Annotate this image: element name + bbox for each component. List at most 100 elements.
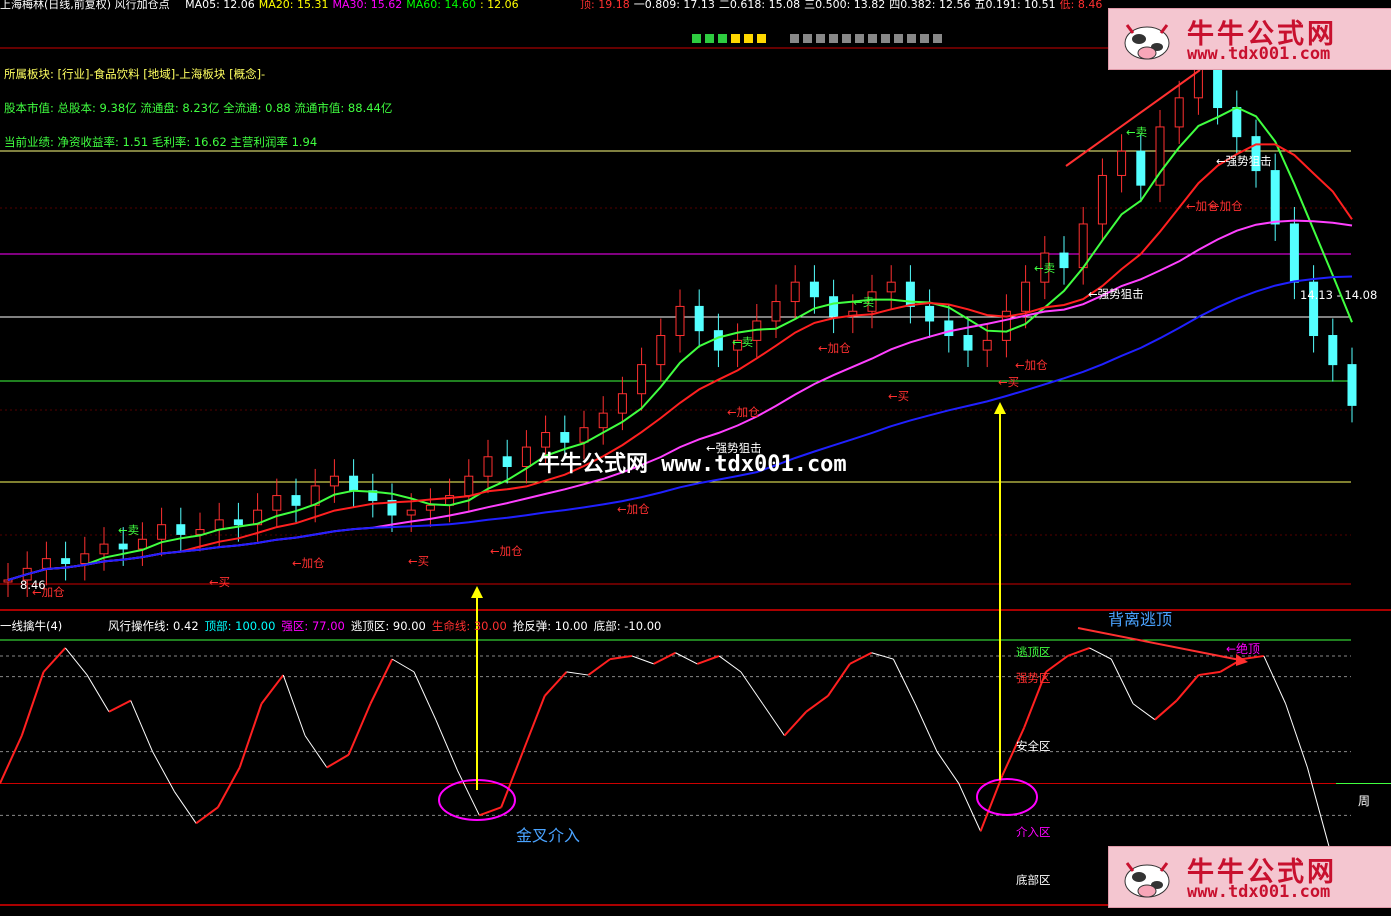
- oscillator-segment: [544, 671, 568, 697]
- fib-level-0: 顶: 19.18: [580, 0, 630, 11]
- cow-icon: [1124, 862, 1170, 898]
- oscillator-segment: [936, 751, 960, 784]
- candle-body: [80, 553, 90, 565]
- indicator-param: 生命线: 30.00: [431, 619, 507, 633]
- indicator-param: 逃顶区: 90.00: [350, 619, 426, 633]
- candle-body: [809, 281, 819, 298]
- capital-info: 股本市值: 总股本: 9.38亿 流通盘: 8.23亿 全流通: 0.88 流通…: [4, 101, 393, 115]
- progress-square: [816, 34, 825, 43]
- ma-legend-4: : 12.06: [479, 0, 519, 11]
- candle-body: [1347, 364, 1357, 406]
- progress-square: [718, 34, 727, 43]
- upper-annotation: ←卖: [1034, 261, 1056, 275]
- indicator-param: 风行操作线: 0.42: [108, 619, 199, 633]
- sector-info: 所属板块: [行业]-食品饮料 [地域]-上海板块 [概念]-: [4, 67, 266, 81]
- candle-body: [694, 305, 704, 332]
- candle-body: [41, 558, 51, 569]
- candle-body: [905, 281, 915, 307]
- progress-square: [803, 34, 812, 43]
- chart-title: 上海梅林(日线,前复权) 风行加仓点: [0, 0, 170, 11]
- upper-annotation: ←买: [888, 389, 910, 403]
- oscillator-segment: [42, 647, 67, 673]
- indicator-annotation: 金叉介入: [516, 826, 581, 845]
- upper-annotation: ←加仓: [617, 502, 650, 516]
- upper-annotation: 8.46: [20, 578, 46, 592]
- candle-body: [982, 339, 992, 351]
- logo-url: www.tdx001.com: [1187, 44, 1331, 64]
- candle-body: [483, 456, 493, 477]
- candle-body: [291, 495, 301, 506]
- candle-body: [675, 305, 685, 337]
- progress-square: [868, 34, 877, 43]
- progress-square: [933, 34, 942, 43]
- upper-annotation: ←加仓: [292, 556, 325, 570]
- candle-body: [157, 524, 167, 540]
- zone-label: 强势区: [1016, 671, 1051, 685]
- ma-legend-3: MA60: 14.60: [406, 0, 476, 11]
- candle-body: [925, 305, 935, 322]
- indicator-params: 风行操作线: 0.42 顶部: 100.00 强区: 77.00 逃顶区: 90.00…: [108, 618, 667, 634]
- oscillator-segment: [1263, 655, 1287, 704]
- candle-body: [1213, 68, 1223, 109]
- oscillator-segment: [413, 671, 437, 720]
- oscillator-segment: [64, 647, 88, 676]
- upper-annotation: ←强势狙击: [1216, 154, 1272, 168]
- oscillator-segment: [326, 753, 350, 769]
- candle-body: [790, 281, 800, 303]
- oscillator-segment: [152, 751, 175, 792]
- oscillator-segment: [1110, 658, 1134, 704]
- oscillator-segment: [130, 700, 153, 752]
- upper-annotation: ←卖: [1126, 125, 1148, 139]
- indicator-param: 抢反弹: 10.00: [512, 619, 588, 633]
- oscillator-segment: [1198, 670, 1221, 677]
- oscillator-segment: [1285, 703, 1308, 768]
- progress-square: [829, 34, 838, 43]
- oscillator-segment: [282, 674, 306, 736]
- oscillator-segment: [500, 751, 524, 808]
- ma-legend-1: MA20: 15.31: [258, 0, 329, 11]
- upper-annotation: ←加仓: [727, 405, 760, 419]
- upper-annotation: ←卖: [732, 335, 754, 349]
- oscillator-segment: [958, 783, 982, 832]
- candle-body: [1270, 170, 1280, 225]
- progress-square: [855, 34, 864, 43]
- progress-square: [692, 34, 701, 43]
- candle-body: [1059, 252, 1069, 269]
- logo-url: www.tdx001.com: [1187, 882, 1331, 902]
- candle-body: [829, 296, 839, 317]
- arrow-head-1: [471, 586, 483, 598]
- upper-annotation: ←买: [209, 575, 231, 589]
- fib-level-4: 四0.382: 12.56: [889, 0, 971, 11]
- oscillator-segment: [1175, 674, 1200, 702]
- fib-level-6: 低: 8.46: [1059, 0, 1103, 11]
- oscillator-segment: [1306, 767, 1330, 848]
- ma-legend-2: MA30: 15.62: [332, 0, 403, 11]
- candle-body: [1136, 150, 1146, 186]
- oscillator-segment: [631, 655, 654, 665]
- oscillator-segment: [391, 658, 415, 673]
- candle-body: [1117, 150, 1127, 176]
- candle-body: [541, 432, 551, 448]
- oscillator-segment: [479, 806, 502, 817]
- candle-body: [617, 393, 627, 414]
- brand-logo-bottom: 牛牛公式网 www.tdx001.com: [1108, 846, 1391, 908]
- oscillator-segment: [1067, 647, 1090, 657]
- oscillator-segment: [653, 651, 676, 665]
- oscillator-segment: [914, 703, 938, 752]
- upper-annotation: ←强势狙击: [706, 441, 762, 455]
- fib-level-2: 二0.618: 15.08: [718, 0, 801, 11]
- fib-level-5: 五0.191: 10.51: [974, 0, 1056, 11]
- zone-label: 逃顶区: [1016, 645, 1051, 659]
- candle-body: [502, 456, 512, 467]
- ma20-line: [7, 219, 1353, 581]
- oscillator-segment: [435, 719, 459, 771]
- indicator-annotation: 周: [1358, 794, 1371, 808]
- candle-body: [713, 330, 723, 351]
- candle-body: [656, 335, 666, 366]
- candle-body: [99, 543, 109, 555]
- candle-body: [637, 364, 647, 395]
- oscillator-segment: [108, 699, 132, 713]
- oscillator-segment: [369, 658, 394, 705]
- oscillator-segment: [86, 674, 110, 712]
- fib-level-1: 一0.809: 17.13: [633, 0, 715, 11]
